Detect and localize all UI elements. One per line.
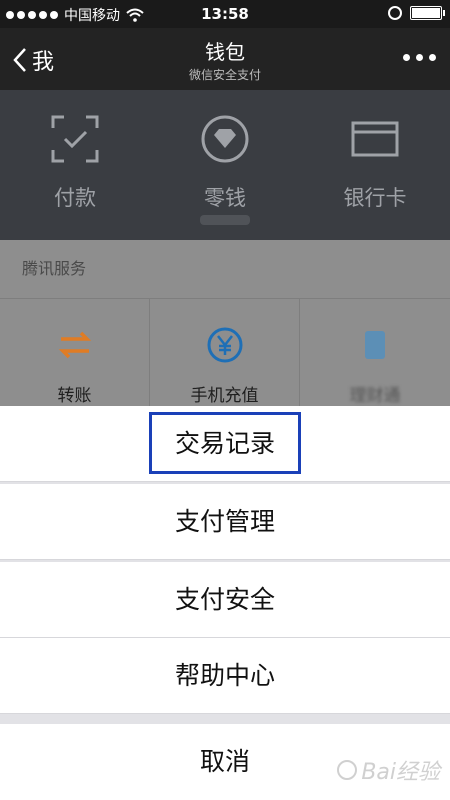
transfer-icon: [58, 331, 92, 359]
status-right: [388, 6, 445, 20]
yen-icon: [207, 327, 243, 363]
wallet-tile-label: 银行卡: [343, 186, 407, 210]
page-subtitle: 微信安全支付: [188, 68, 261, 82]
wallet-tile-label: 零钱: [204, 186, 246, 210]
payment-security-button[interactable]: 支付安全: [0, 562, 450, 638]
service-label: 理财通: [349, 386, 401, 406]
wallet-tile-change[interactable]: 零钱: [150, 90, 300, 240]
bank-card-icon: [351, 121, 399, 157]
service-label: 转账: [57, 386, 92, 406]
service-transfer[interactable]: 转账: [0, 298, 150, 410]
help-center-button[interactable]: 帮助中心: [0, 638, 450, 714]
status-bar: 中国移动 13:58: [0, 0, 450, 28]
services-header: 腾讯服务: [22, 259, 87, 278]
service-label: 手机充值: [190, 386, 259, 406]
wallet-panel: 付款 零钱 银行卡: [0, 90, 450, 240]
more-dot-icon: [403, 54, 410, 61]
highlight-box: [149, 412, 301, 474]
wealth-icon: [365, 331, 385, 359]
diamond-coin-icon: [201, 115, 249, 163]
status-time: 13:58: [201, 5, 249, 23]
services-panel: 腾讯服务 转账 手机充值 理财通: [0, 240, 450, 410]
rotation-lock-icon: [388, 6, 402, 20]
wallet-tile-pay[interactable]: 付款: [0, 90, 150, 240]
service-wealth[interactable]: 理财通: [300, 298, 450, 410]
balance-blur: [200, 215, 250, 225]
watermark: Bai经验: [337, 754, 440, 786]
more-button[interactable]: [403, 54, 436, 61]
scan-pay-icon: [51, 115, 99, 163]
paw-icon: [337, 760, 358, 780]
nav-bar: 我 钱包 微信安全支付: [0, 28, 450, 90]
page-title: 钱包: [205, 40, 245, 64]
service-topup[interactable]: 手机充值: [150, 298, 300, 410]
watermark-text: Bai经验: [361, 760, 440, 785]
payment-management-button[interactable]: 支付管理: [0, 484, 450, 560]
battery-icon: [410, 6, 445, 20]
wallet-tile-bank[interactable]: 银行卡: [300, 90, 450, 240]
services-row: 转账 手机充值 理财通: [0, 298, 450, 410]
wallet-tile-label: 付款: [54, 186, 96, 210]
